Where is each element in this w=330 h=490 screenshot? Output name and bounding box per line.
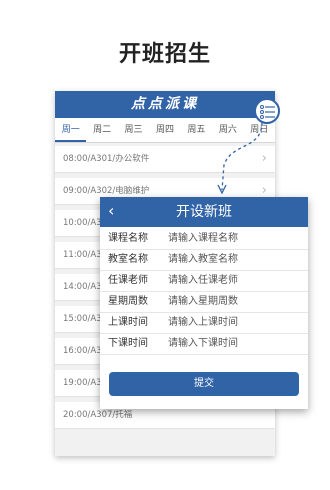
field-label: 上课时间 [108,317,148,328]
field-placeholder[interactable]: 请输入下课时间 [168,334,238,354]
list-menu-icon [260,105,275,119]
new-class-dialog: ‹ 开设新班 课程名称 请输入课程名称 教室名称 请输入教室名称 任课老师 请输入任课… [100,197,308,409]
field-placeholder[interactable]: 请输入上课时间 [168,313,238,333]
dialog-header: ‹ 开设新班 [100,197,308,227]
field-label: 星期周数 [108,296,148,307]
field-placeholder[interactable]: 请输入任课老师 [168,271,238,291]
new-class-form: 课程名称 请输入课程名称 教室名称 请输入教室名称 任课老师 请输入任课老师 星期周数… [100,229,308,355]
field-label: 课程名称 [108,233,148,244]
field-course-name[interactable]: 课程名称 请输入课程名称 [100,229,308,250]
field-placeholder[interactable]: 请输入课程名称 [168,229,238,249]
field-start-time[interactable]: 上课时间 请输入上课时间 [100,313,308,334]
field-weekday[interactable]: 星期周数 请输入星期周数 [100,292,308,313]
field-placeholder[interactable]: 请输入教室名称 [168,250,238,270]
field-label: 下课时间 [108,338,148,349]
field-label: 教室名称 [108,254,148,265]
chevron-left-icon[interactable]: ‹ [108,197,114,225]
field-teacher[interactable]: 任课老师 请输入任课老师 [100,271,308,292]
submit-button[interactable]: 提交 [109,372,299,396]
field-end-time[interactable]: 下课时间 请输入下课时间 [100,334,308,355]
field-label: 任课老师 [108,275,148,286]
field-classroom-name[interactable]: 教室名称 请输入教室名称 [100,250,308,271]
add-class-menu-button[interactable] [254,98,280,124]
dialog-title: 开设新班 [176,204,232,220]
field-placeholder[interactable]: 请输入星期周数 [168,292,238,312]
